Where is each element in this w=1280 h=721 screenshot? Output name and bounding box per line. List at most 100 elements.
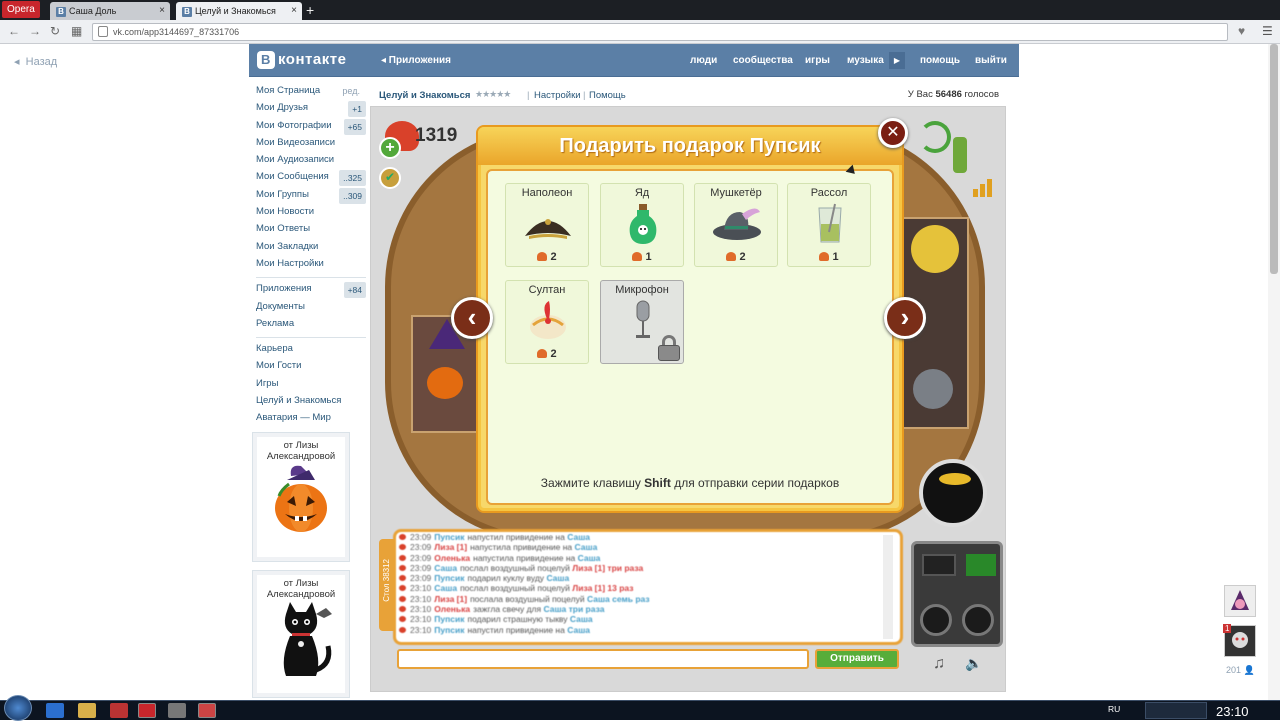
bottle-icon[interactable] (953, 137, 967, 173)
musketeer-hat-icon (713, 208, 761, 240)
gift-item-poison[interactable]: Яд 1 (600, 183, 684, 267)
gift-from-label: от Лизы Александровой (266, 440, 336, 462)
start-button[interactable] (4, 695, 32, 721)
gift-name: Мушкетёр (710, 187, 762, 199)
system-tray[interactable] (1145, 702, 1207, 719)
new-tab-button[interactable]: + (306, 3, 314, 17)
nav-music[interactable]: музыка (847, 55, 884, 66)
sidebar-item-guests[interactable]: Мои Гости (256, 359, 366, 376)
rating-bars-icon[interactable] (973, 177, 997, 197)
recorder-icon[interactable] (198, 703, 216, 718)
volume-icon[interactable]: 🔈 (965, 655, 982, 672)
gift-item-musketeer[interactable]: Мушкетёр 2 (694, 183, 778, 267)
refresh-icon[interactable] (919, 121, 951, 153)
media-icon[interactable] (110, 703, 128, 718)
sidebar-item-label: Мои Аудиозаписи (256, 154, 335, 166)
sidebar-item-groups[interactable]: Мои Группы ..309 (256, 187, 366, 205)
bookmark-heart-icon[interactable]: ♥ (1238, 24, 1245, 38)
nav-people[interactable]: люди (690, 55, 717, 66)
achievements-badge-icon[interactable]: ✔ (379, 167, 401, 189)
sidebar-item-kiss-app[interactable]: Целуй и Знакомься (256, 394, 366, 411)
gift-card: от Лизы Александровой (257, 437, 345, 557)
sidebar-item-avataria[interactable]: Аватария — Мир (256, 411, 366, 428)
app-settings-link[interactable]: Настройки (534, 90, 581, 101)
language-indicator[interactable]: RU (1108, 704, 1120, 714)
sidebar-gift-pumpkin[interactable]: от Лизы Александровой (252, 432, 350, 562)
sidebar-item-audios[interactable]: Мои Аудиозаписи (256, 153, 366, 170)
gift-item-microphone[interactable]: Микрофон (600, 280, 684, 364)
page-scrollbar[interactable] (1268, 44, 1280, 700)
sidebar-item-videos[interactable]: Мои Видеозаписи (256, 136, 366, 153)
close-tab-icon[interactable]: × (159, 2, 165, 20)
url-input[interactable]: vk.com/app3144697_87331706 (92, 23, 1228, 41)
hearts-counter: 1319 (415, 125, 458, 146)
close-tab-icon[interactable]: × (291, 2, 297, 20)
reload-icon[interactable]: ↻ (50, 24, 60, 38)
sidebar-item-label: Мои Сообщения (256, 171, 329, 183)
previous-page-button[interactable]: ‹ (451, 297, 493, 339)
browser-menu-icon[interactable]: ☰ (1262, 24, 1273, 38)
dock-avatar-zombie[interactable]: 1 (1223, 624, 1256, 657)
gift-item-sultan[interactable]: Султан 2 (505, 280, 589, 364)
vk-logo[interactable]: Вконтакте (257, 51, 346, 69)
window-icon[interactable] (168, 703, 186, 718)
sidebar-gift-cat[interactable]: от Лизы Александровой (252, 570, 350, 698)
close-dialog-button[interactable]: ✕ (878, 118, 908, 148)
address-bar-row: ← → ↻ ▦ vk.com/app3144697_87331706 ♥ ☰ (0, 20, 1280, 44)
app-title[interactable]: Целуй и Знакомься (379, 90, 470, 101)
chat-scrollbar[interactable] (883, 535, 893, 639)
speed-dial-icon[interactable]: ▦ (71, 24, 82, 38)
sidebar-item-games[interactable]: Игры (256, 377, 366, 394)
next-page-button[interactable]: › (884, 297, 926, 339)
taskbar-clock[interactable]: 23:10 (1216, 704, 1249, 719)
sidebar-item-photos[interactable]: Мои Фотографии +65 (256, 118, 366, 136)
tab-sasha-dol[interactable]: B Саша Доль × (50, 2, 170, 20)
edit-link[interactable]: ред. (342, 84, 360, 98)
sidebar-item-label: Мои Гости (256, 360, 302, 372)
opera-menu-button[interactable]: Opera (2, 1, 40, 18)
sidebar-item-my-page[interactable]: Моя Страница ред. (256, 84, 366, 101)
sidebar-item-label: Документы (256, 300, 305, 312)
sidebar-item-apps[interactable]: Приложения +84 (256, 282, 366, 299)
chat-input[interactable] (397, 649, 809, 669)
gift-name: Султан (528, 284, 566, 296)
sidebar-item-documents[interactable]: Документы (256, 300, 366, 317)
gift-item-napoleon[interactable]: Наполеон 2 (505, 183, 589, 267)
app-help-link[interactable]: Помощь (589, 90, 626, 101)
ie-icon[interactable] (46, 703, 64, 718)
back-arrow-icon[interactable]: ← (8, 24, 20, 38)
apps-link[interactable]: ◂ Приложения (381, 55, 451, 66)
sidebar-item-bookmarks[interactable]: Мои Закладки (256, 240, 366, 257)
gift-item-brine[interactable]: Рассол 1 (787, 183, 871, 267)
sidebar-item-answers[interactable]: Мои Ответы (256, 222, 366, 239)
back-link[interactable]: ◂ Назад (14, 55, 57, 68)
nav-communities[interactable]: сообщества (733, 55, 793, 66)
music-disk-icon[interactable] (919, 459, 987, 527)
sidebar-item-ads[interactable]: Реклама (256, 317, 366, 334)
send-button[interactable]: Отправить (815, 649, 899, 669)
nav-logout[interactable]: выйти (975, 55, 1007, 66)
vk-logo-letter: В (257, 51, 275, 69)
nav-help[interactable]: помощь (920, 55, 960, 66)
vk-favicon-icon: B (56, 7, 66, 17)
sidebar-item-messages[interactable]: Мои Сообщения ..325 (256, 170, 366, 187)
music-note-icon[interactable]: ♫ (933, 655, 945, 673)
tab-celui-i-znakomsya[interactable]: B Целуй и Знакомься × (176, 2, 302, 20)
opera-taskbar-icon[interactable] (138, 703, 156, 718)
browser-titlebar: Opera B Саша Доль × B Целуй и Знакомься × … (0, 0, 1280, 20)
explorer-icon[interactable] (78, 703, 96, 718)
notification-badge: 1 (1223, 624, 1232, 633)
sidebar-item-career[interactable]: Карьера (256, 342, 366, 359)
chat-message: 23:09 Пупсик напустил привидение на Саша (396, 532, 900, 542)
sidebar-item-news[interactable]: Мои Новости (256, 205, 366, 222)
add-hearts-button[interactable]: + (379, 137, 401, 159)
sidebar-item-friends[interactable]: Мои Друзья +1 (256, 101, 366, 118)
scrollbar-thumb[interactable] (1270, 44, 1278, 274)
music-play-icon[interactable]: ▶ (889, 52, 905, 69)
forward-arrow-icon[interactable]: → (29, 24, 41, 38)
sidebar-item-settings[interactable]: Мои Настройки (256, 257, 366, 274)
dock-avatar-witch[interactable] (1224, 585, 1256, 617)
nav-games[interactable]: игры (805, 55, 830, 66)
boombox-icon[interactable] (911, 541, 1003, 647)
gift-price: 1 (788, 251, 870, 263)
